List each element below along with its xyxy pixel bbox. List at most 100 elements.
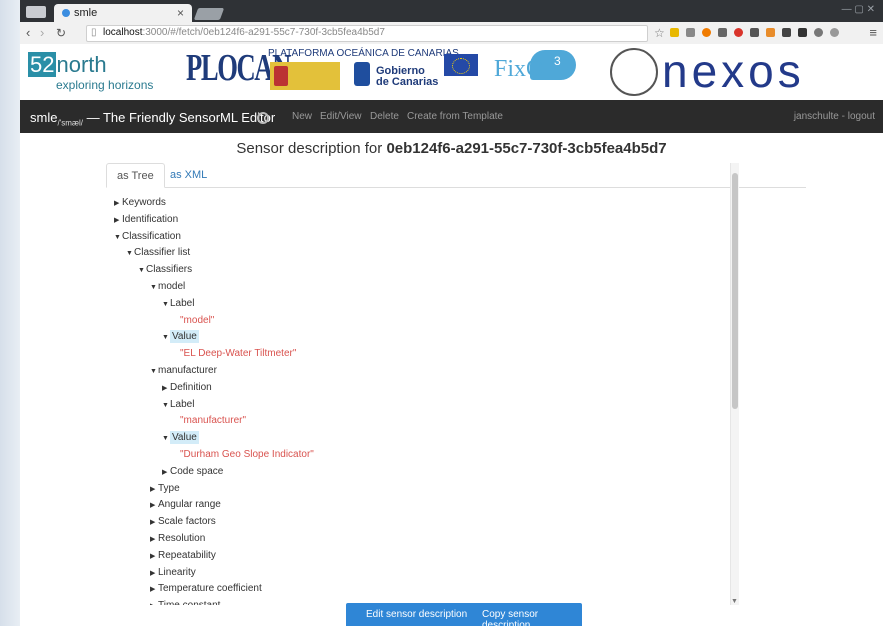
caret-down-icon[interactable]: ▼ (126, 247, 134, 261)
tree-value: "model" (180, 314, 215, 326)
caret-right-icon[interactable]: ▶ (162, 382, 170, 396)
url-input[interactable]: ▯ localhost:3000/#/fetch/0eb124f6-a291-5… (86, 25, 648, 42)
caret-right-icon[interactable]: ▶ (150, 533, 158, 547)
user-logout-link[interactable]: janschulte - logout (794, 111, 875, 122)
tab-as-tree[interactable]: as Tree (106, 163, 165, 188)
extension-icon[interactable] (734, 28, 743, 37)
tree-node-label: Scale factors (158, 516, 216, 528)
tree-node[interactable]: ▶ Type (150, 482, 180, 497)
nav-editview-link[interactable]: Edit/View (320, 111, 362, 122)
caret-right-icon[interactable]: ▶ (150, 567, 158, 581)
tree-node-label: Classifiers (146, 264, 193, 276)
tree-node-label: Time constant (158, 600, 220, 605)
browser-tabbar: smle × — ▢ ✕ (20, 0, 883, 22)
new-tab-button[interactable] (193, 8, 225, 20)
extension-icon[interactable] (766, 28, 775, 37)
tab-as-xml[interactable]: as XML (160, 163, 217, 186)
tree-node[interactable]: ▶ Code space (162, 465, 223, 480)
tree-node[interactable]: ▶ Linearity (150, 566, 196, 581)
nav-delete-link[interactable]: Delete (370, 111, 399, 122)
tree-node[interactable]: ▼Classifiers (138, 263, 192, 278)
sensor-description-panel: as Tree as XML ▶ Keywords ▶ Identification ▼… (106, 163, 806, 605)
tree-node-label: Label (170, 398, 195, 410)
52north-logo: 52north exploring horizons (28, 52, 154, 92)
address-bar-row: ‹ › ↻ ▯ localhost:3000/#/fetch/0eb124f6-… (20, 22, 883, 45)
tree-node-label: Value (170, 330, 199, 344)
tree-node-label: Linearity (158, 566, 196, 578)
browser-profile-button[interactable] (26, 6, 46, 18)
url-host: localhost (103, 27, 143, 38)
tab-title: smle (74, 7, 98, 19)
caret-right-icon[interactable]: ▶ (150, 516, 158, 530)
tree-node-label: Temperature coefficient (158, 583, 262, 595)
scrollbar-thumb[interactable] (732, 173, 738, 409)
app-brand[interactable]: smle/'smæl/ — The Friendly SensorML Edit… (30, 110, 275, 128)
tree-node[interactable]: ▼ Value (162, 330, 199, 345)
tree-node-label: Resolution (158, 533, 206, 544)
caret-down-icon[interactable]: ▼ (150, 281, 158, 295)
extension-icon[interactable] (830, 28, 839, 37)
close-tab-icon[interactable]: × (177, 6, 184, 20)
caret-right-icon[interactable]: ▶ (114, 214, 122, 228)
window-controls[interactable]: — ▢ ✕ (842, 4, 875, 15)
tree-value: "EL Deep-Water Tiltmeter" (180, 348, 297, 360)
scroll-down-icon[interactable]: ▼ (731, 598, 738, 605)
eu-flag-logo (444, 54, 478, 76)
caret-down-icon[interactable]: ▼ (114, 231, 122, 245)
tree-node[interactable]: ▶ Scale factors (150, 515, 216, 530)
tree-node[interactable]: ▼Label (162, 297, 194, 312)
browser-tab[interactable]: smle × (54, 4, 192, 22)
browser-menu-icon[interactable]: ≡ (869, 25, 877, 40)
caret-right-icon[interactable]: ▶ (150, 483, 158, 497)
tab-favicon-icon (62, 9, 70, 17)
caret-right-icon[interactable]: ▶ (150, 499, 158, 513)
caret-right-icon[interactable]: ▶ (150, 600, 158, 605)
caret-down-icon[interactable]: ▼ (162, 399, 170, 413)
tree-scrollbar[interactable]: ▼ (730, 163, 739, 605)
tree-node-label: Identification (122, 213, 179, 225)
tree-node[interactable]: ▶ Keywords (114, 196, 166, 211)
reload-icon[interactable]: ↻ (56, 26, 66, 40)
extension-icon[interactable] (718, 28, 727, 37)
caret-down-icon[interactable]: ▼ (162, 298, 170, 312)
tree-node[interactable]: ▶ Angular range (150, 498, 221, 513)
tree-node[interactable]: ▼ Value (162, 431, 199, 446)
tree-node[interactable]: ▶ Definition (162, 381, 212, 396)
caret-down-icon[interactable]: ▼ (150, 365, 158, 379)
nav-create-template-link[interactable]: Create from Template (407, 111, 503, 122)
extension-icon[interactable] (814, 28, 823, 37)
forward-icon[interactable]: › (40, 25, 44, 40)
tree-node[interactable]: ▼Classification (114, 230, 181, 245)
bookmark-star-icon[interactable]: ☆ (654, 26, 665, 40)
nexos-logo: nexos (608, 45, 878, 98)
extension-icon[interactable] (798, 28, 807, 37)
tree-node[interactable]: ▶Time constant (150, 599, 220, 605)
caret-down-icon[interactable]: ▼ (162, 331, 170, 345)
caret-right-icon[interactable]: ▶ (114, 197, 122, 211)
tree-node[interactable]: ▼manufacturer (150, 364, 217, 379)
edit-sensor-button[interactable]: Edit sensor description (366, 609, 467, 620)
copy-sensor-button[interactable]: Copy sensor description (482, 609, 582, 626)
extension-icon[interactable] (782, 28, 791, 37)
caret-right-icon[interactable]: ▶ (150, 550, 158, 564)
extension-icon[interactable] (670, 28, 679, 37)
tree-node[interactable]: ▶ Temperature coefficient (150, 582, 262, 597)
back-icon[interactable]: ‹ (26, 25, 30, 40)
extension-icon[interactable] (750, 28, 759, 37)
tree-node[interactable]: ▼Classifier list (126, 246, 190, 261)
tree-node[interactable]: ▼model (150, 280, 185, 295)
nav-new-link[interactable]: New (292, 111, 312, 122)
caret-right-icon[interactable]: ▶ (150, 583, 158, 597)
tree-node[interactable]: ▶ Identification (114, 213, 178, 228)
caret-down-icon[interactable]: ▼ (138, 264, 146, 278)
caret-right-icon[interactable]: ▶ (162, 466, 170, 480)
extension-icon[interactable] (686, 28, 695, 37)
extension-icon[interactable] (702, 28, 711, 37)
github-icon[interactable] (257, 112, 269, 124)
tree-value: "manufacturer" (180, 415, 247, 427)
tree-node[interactable]: ▶ Resolution (150, 532, 205, 547)
tree-node[interactable]: ▼Label (162, 398, 194, 413)
tree-node[interactable]: ▶ Repeatability (150, 549, 216, 564)
page-title: Sensor description for 0eb124f6-a291-55c… (236, 140, 667, 157)
caret-down-icon[interactable]: ▼ (162, 432, 170, 446)
